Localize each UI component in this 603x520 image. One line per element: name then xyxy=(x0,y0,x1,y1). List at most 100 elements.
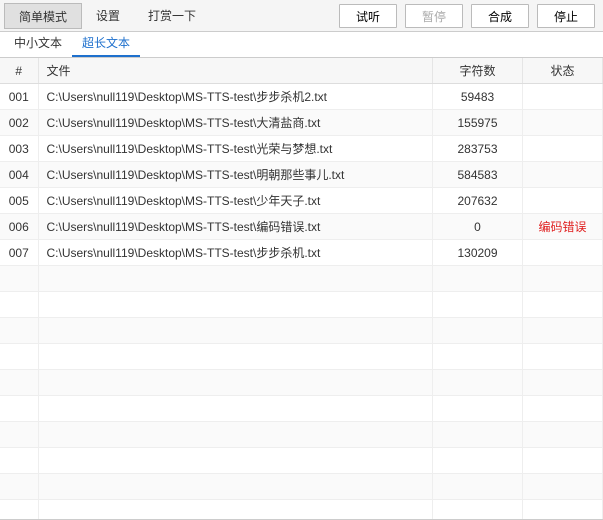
cell-empty xyxy=(0,422,38,448)
cell-empty xyxy=(523,292,603,318)
cell-index: 006 xyxy=(0,214,38,240)
cell-empty xyxy=(433,500,523,520)
cell-index: 005 xyxy=(0,188,38,214)
table-row-empty xyxy=(0,266,603,292)
cell-empty xyxy=(38,500,433,520)
cell-empty xyxy=(0,500,38,520)
table-row[interactable]: 005C:\Users\null119\Desktop\MS-TTS-test\… xyxy=(0,188,603,214)
cell-empty xyxy=(433,266,523,292)
action-button-0[interactable]: 试听 xyxy=(339,4,397,28)
mode-tab-1[interactable]: 设置 xyxy=(82,3,134,29)
table-row-empty xyxy=(0,448,603,474)
cell-empty xyxy=(433,422,523,448)
cell-empty xyxy=(38,344,433,370)
cell-empty xyxy=(523,370,603,396)
cell-empty xyxy=(0,474,38,500)
cell-empty xyxy=(523,500,603,520)
cell-empty xyxy=(523,344,603,370)
table-row-empty xyxy=(0,370,603,396)
cell-index: 003 xyxy=(0,136,38,162)
table-row-empty xyxy=(0,344,603,370)
table-row[interactable]: 007C:\Users\null119\Desktop\MS-TTS-test\… xyxy=(0,240,603,266)
cell-empty xyxy=(38,396,433,422)
cell-empty xyxy=(433,474,523,500)
table-row-empty xyxy=(0,396,603,422)
cell-index: 001 xyxy=(0,84,38,110)
cell-chars: 0 xyxy=(433,214,523,240)
header-file[interactable]: 文件 xyxy=(38,58,433,84)
cell-chars: 283753 xyxy=(433,136,523,162)
cell-status xyxy=(523,84,603,110)
cell-empty xyxy=(0,292,38,318)
table-row[interactable]: 003C:\Users\null119\Desktop\MS-TTS-test\… xyxy=(0,136,603,162)
cell-empty xyxy=(0,396,38,422)
cell-chars: 207632 xyxy=(433,188,523,214)
cell-empty xyxy=(523,448,603,474)
table-header-row: # 文件 字符数 状态 xyxy=(0,58,603,84)
cell-chars: 584583 xyxy=(433,162,523,188)
table-row-empty xyxy=(0,500,603,520)
cell-status xyxy=(523,162,603,188)
cell-empty xyxy=(38,266,433,292)
cell-file: C:\Users\null119\Desktop\MS-TTS-test\大清盐… xyxy=(38,110,433,136)
header-chars[interactable]: 字符数 xyxy=(433,58,523,84)
cell-file: C:\Users\null119\Desktop\MS-TTS-test\明朝那… xyxy=(38,162,433,188)
cell-empty xyxy=(0,370,38,396)
cell-file: C:\Users\null119\Desktop\MS-TTS-test\少年天… xyxy=(38,188,433,214)
table-row[interactable]: 002C:\Users\null119\Desktop\MS-TTS-test\… xyxy=(0,110,603,136)
cell-empty xyxy=(38,422,433,448)
cell-file: C:\Users\null119\Desktop\MS-TTS-test\步步杀… xyxy=(38,84,433,110)
cell-empty xyxy=(433,448,523,474)
table-row-empty xyxy=(0,422,603,448)
mode-tab-2[interactable]: 打赏一下 xyxy=(134,3,210,29)
cell-chars: 59483 xyxy=(433,84,523,110)
action-button-3[interactable]: 停止 xyxy=(537,4,595,28)
cell-empty xyxy=(523,422,603,448)
cell-status xyxy=(523,136,603,162)
sub-tab-bar: 中小文本超长文本 xyxy=(0,32,603,58)
sub-tab-0[interactable]: 中小文本 xyxy=(4,30,72,57)
cell-empty xyxy=(523,266,603,292)
table-row[interactable]: 001C:\Users\null119\Desktop\MS-TTS-test\… xyxy=(0,84,603,110)
cell-empty xyxy=(0,448,38,474)
cell-empty xyxy=(433,344,523,370)
toolbar-right-group: 试听暂停合成停止 xyxy=(339,4,599,28)
cell-empty xyxy=(38,292,433,318)
file-table-container[interactable]: # 文件 字符数 状态 001C:\Users\null119\Desktop\… xyxy=(0,58,603,520)
action-button-1[interactable]: 暂停 xyxy=(405,4,463,28)
cell-empty xyxy=(433,318,523,344)
cell-empty xyxy=(0,266,38,292)
cell-index: 004 xyxy=(0,162,38,188)
table-row-empty xyxy=(0,292,603,318)
mode-tab-0[interactable]: 简单模式 xyxy=(4,3,82,29)
cell-chars: 155975 xyxy=(433,110,523,136)
cell-empty xyxy=(523,474,603,500)
cell-empty xyxy=(433,370,523,396)
cell-empty xyxy=(0,344,38,370)
sub-tab-1[interactable]: 超长文本 xyxy=(72,30,140,57)
cell-empty xyxy=(433,292,523,318)
cell-empty xyxy=(38,474,433,500)
cell-empty xyxy=(523,318,603,344)
cell-file: C:\Users\null119\Desktop\MS-TTS-test\编码错… xyxy=(38,214,433,240)
header-status[interactable]: 状态 xyxy=(523,58,603,84)
file-table: # 文件 字符数 状态 001C:\Users\null119\Desktop\… xyxy=(0,58,603,520)
cell-file: C:\Users\null119\Desktop\MS-TTS-test\光荣与… xyxy=(38,136,433,162)
cell-empty xyxy=(38,318,433,344)
table-row-empty xyxy=(0,318,603,344)
cell-index: 002 xyxy=(0,110,38,136)
cell-status xyxy=(523,240,603,266)
table-row-empty xyxy=(0,474,603,500)
cell-empty xyxy=(0,318,38,344)
cell-status xyxy=(523,110,603,136)
cell-empty xyxy=(433,396,523,422)
header-index[interactable]: # xyxy=(0,58,38,84)
table-row[interactable]: 006C:\Users\null119\Desktop\MS-TTS-test\… xyxy=(0,214,603,240)
cell-empty xyxy=(38,448,433,474)
toolbar-left-group: 简单模式设置打赏一下 xyxy=(4,3,210,29)
cell-chars: 130209 xyxy=(433,240,523,266)
table-row[interactable]: 004C:\Users\null119\Desktop\MS-TTS-test\… xyxy=(0,162,603,188)
cell-status: 编码错误 xyxy=(523,214,603,240)
cell-status xyxy=(523,188,603,214)
action-button-2[interactable]: 合成 xyxy=(471,4,529,28)
